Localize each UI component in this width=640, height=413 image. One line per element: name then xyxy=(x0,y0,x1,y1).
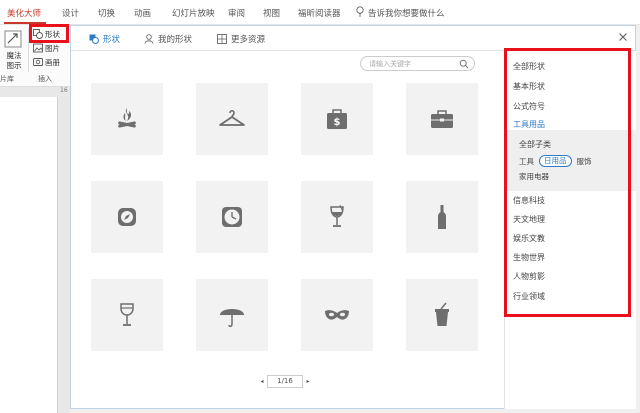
briefcase-icon xyxy=(431,110,453,128)
page-indicator[interactable]: 1/16 xyxy=(267,374,303,388)
wall-clock-icon xyxy=(222,207,242,227)
picture-button[interactable]: 图片 xyxy=(33,42,60,54)
tab-shapes-label: 形状 xyxy=(103,35,121,45)
search-icon[interactable] xyxy=(459,59,469,69)
document-area: 16 xyxy=(0,87,70,413)
gallery-group-label: 片库 xyxy=(0,75,14,83)
tab-my-shapes[interactable]: 我的形状 xyxy=(144,33,192,45)
tab-transition[interactable]: 切换 xyxy=(98,7,115,19)
album-icon xyxy=(33,58,43,66)
shape-tile-umbrella[interactable] xyxy=(196,279,268,351)
campfire-icon xyxy=(118,108,136,128)
lightbulb-icon xyxy=(356,6,364,17)
ribbon-tab-bar: 美化大师 设计 切换 动画 幻灯片放映 审阅 视图 福昕阅读器 告诉我你想要做什… xyxy=(0,0,640,25)
insert-group-label: 插入 xyxy=(38,75,52,83)
prev-page-button[interactable]: ◂ xyxy=(257,378,267,385)
tab-shapes[interactable]: 形状 xyxy=(89,33,120,45)
close-icon[interactable] xyxy=(617,31,629,43)
pagination: ◂ 1/16 ▸ xyxy=(257,374,313,388)
shape-tile-campfire[interactable] xyxy=(91,83,163,155)
shape-library-dialog: 形状 我的形状 更多资源 请输入关键字 $ ◂ 1/16 ▸ 全部形状 基本形状… xyxy=(70,25,636,409)
user-icon xyxy=(144,34,154,44)
money-briefcase-icon: $ xyxy=(327,109,347,129)
shape-button-highlight xyxy=(29,24,69,43)
shape-tile-bottle[interactable] xyxy=(406,181,478,253)
wine-glass-icon xyxy=(330,204,344,227)
goblet-icon xyxy=(120,303,134,326)
tab-more-resources-label: 更多资源 xyxy=(231,35,266,45)
bottle-icon xyxy=(438,205,446,229)
shape-grid: $ xyxy=(91,83,503,373)
picture-icon xyxy=(33,43,43,53)
tab-review[interactable]: 审阅 xyxy=(228,7,245,19)
search-input[interactable] xyxy=(369,59,457,69)
shape-tile-mask[interactable] xyxy=(301,279,373,351)
next-page-button[interactable]: ▸ xyxy=(303,378,313,385)
shape-tile-drink-cup[interactable] xyxy=(406,279,478,351)
shape-tile-money-briefcase[interactable]: $ xyxy=(301,83,373,155)
magic-diagram-icon[interactable] xyxy=(4,30,22,48)
grid-icon xyxy=(217,34,227,44)
umbrella-icon xyxy=(220,309,244,328)
tell-me-search[interactable]: 告诉我你想要做什么 xyxy=(368,7,445,19)
shape-tile-goblet[interactable] xyxy=(91,279,163,351)
tab-animation[interactable]: 动画 xyxy=(134,7,151,19)
category-highlight xyxy=(504,48,631,317)
shape-tile-compass[interactable] xyxy=(91,181,163,253)
tab-view[interactable]: 视图 xyxy=(263,7,280,19)
tab-beautify-master[interactable]: 美化大师 xyxy=(7,7,41,19)
shape-tile-briefcase[interactable] xyxy=(406,83,478,155)
shape-tab-icon xyxy=(89,34,99,44)
mask-icon xyxy=(325,310,349,320)
shape-tile-hanger[interactable] xyxy=(196,83,268,155)
hanger-icon xyxy=(219,109,245,126)
magic-diagram-label: 魔法图示 xyxy=(6,51,22,70)
compass-icon xyxy=(118,208,136,226)
drink-cup-icon xyxy=(435,302,449,326)
tab-slideshow[interactable]: 幻灯片放映 xyxy=(172,7,215,19)
album-button[interactable]: 画册 xyxy=(33,56,60,68)
tab-foxit-reader[interactable]: 福昕阅读器 xyxy=(298,7,341,19)
search-box xyxy=(360,56,475,71)
shape-tile-wine-glass[interactable] xyxy=(301,181,373,253)
svg-text:$: $ xyxy=(334,117,341,128)
shape-tile-wall-clock[interactable] xyxy=(196,181,268,253)
ruler-number: 16 xyxy=(60,87,68,94)
picture-button-label: 图片 xyxy=(45,43,60,53)
tab-more-resources[interactable]: 更多资源 xyxy=(217,33,265,45)
tab-my-shapes-label: 我的形状 xyxy=(158,35,193,45)
document-page xyxy=(0,97,58,413)
album-button-label: 画册 xyxy=(45,57,60,67)
tab-design[interactable]: 设计 xyxy=(62,7,79,19)
